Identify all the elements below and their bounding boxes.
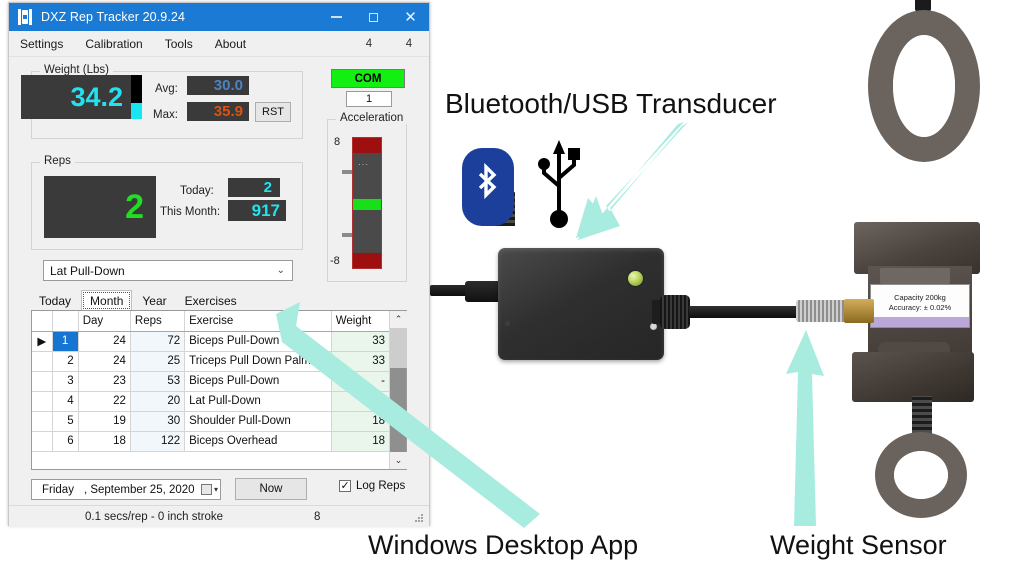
menu-item-settings[interactable]: Settings	[9, 37, 74, 51]
dropdown-arrow-icon: ▾	[213, 485, 218, 494]
arrow-to-transducer	[558, 122, 688, 262]
acceleration-max-tick: 8	[334, 136, 341, 148]
avg-value: 30.0	[187, 76, 249, 95]
col-index	[52, 311, 79, 332]
minimize-button[interactable]	[318, 3, 355, 31]
row-marker	[32, 431, 53, 452]
weight-display: 34.2	[21, 75, 131, 119]
accuracy-text: Accuracy: ± 0.02%	[888, 303, 952, 313]
acceleration-gauge: ···	[352, 137, 382, 269]
reset-button[interactable]: RST	[255, 102, 291, 122]
arrow-to-weight-sensor	[750, 330, 830, 530]
col-marker	[32, 311, 53, 332]
menu-item-calibration[interactable]: Calibration	[74, 37, 153, 51]
counter-right: 4	[405, 37, 413, 50]
com-button[interactable]: COM	[331, 69, 405, 88]
top-eye-bolt	[860, 0, 990, 210]
exercise-dropdown[interactable]: Lat Pull-Down ⌄	[43, 260, 293, 281]
row-index: 3	[52, 371, 79, 392]
cell-reps: 122	[130, 431, 186, 452]
bluetooth-icon	[462, 148, 514, 226]
counter-left: 4	[365, 37, 373, 50]
capacity-text: Capacity 200kg	[894, 293, 946, 302]
reps-display: 2	[44, 176, 156, 238]
today-label: Today:	[180, 185, 214, 197]
date-value: , September 25, 2020	[83, 483, 195, 496]
hardware-photo: Capacity 200kg Accuracy: ± 0.02% Bluetoo…	[276, 0, 1024, 567]
cable-gland	[660, 295, 690, 329]
this-month-value: 917	[228, 200, 286, 221]
reps-group-title: Reps	[40, 155, 75, 167]
window-title: DXZ Rep Tracker 20.9.24	[41, 10, 186, 24]
tab-exercises[interactable]: Exercises	[177, 291, 245, 311]
acceleration-dots: ···	[358, 160, 369, 169]
close-icon[interactable]: ✕	[392, 3, 429, 31]
today-value: 2	[228, 178, 280, 197]
col-day[interactable]: Day	[78, 311, 131, 332]
max-label: Max:	[153, 109, 178, 121]
row-marker	[32, 411, 53, 432]
acceleration-group-title: Acceleration	[336, 112, 408, 124]
com-port-field[interactable]: 1	[346, 91, 392, 107]
cell-reps: 30	[130, 411, 186, 432]
usb-cable	[430, 285, 470, 296]
cell-day: 24	[78, 331, 131, 352]
label-desktop-app: Windows Desktop App	[368, 530, 639, 560]
sensor-cable	[689, 306, 799, 318]
load-cell-label: Capacity 200kg Accuracy: ± 0.02%	[870, 284, 970, 328]
cell-reps: 20	[130, 391, 186, 412]
brass-fitting	[844, 299, 874, 323]
menu-item-tools[interactable]: Tools	[154, 37, 204, 51]
usb-connector	[465, 281, 501, 302]
row-index: 1	[52, 331, 79, 352]
label-transducer: Bluetooth/USB Transducer	[445, 88, 777, 119]
date-day-of-week: Friday	[42, 483, 74, 496]
arrow-to-desktop-app	[270, 300, 570, 530]
cell-reps: 53	[130, 371, 186, 392]
enclosure-screw	[650, 323, 657, 330]
cell-reps: 25	[130, 351, 186, 372]
chevron-down-icon: ⌄	[276, 265, 285, 276]
row-index: 2	[52, 351, 79, 372]
tab-year[interactable]: Year	[134, 291, 174, 311]
exercise-dropdown-value: Lat Pull-Down	[50, 263, 125, 278]
menu-bar: Settings Calibration Tools About 4 4	[9, 31, 429, 57]
date-picker[interactable]: Friday , September 25, 2020 ▾	[31, 479, 221, 500]
calendar-icon[interactable]: ▾	[200, 484, 218, 495]
tab-today[interactable]: Today	[31, 291, 79, 311]
menu-counters: 4 4	[349, 38, 429, 50]
row-marker	[32, 391, 53, 412]
cell-day: 22	[78, 391, 131, 412]
cable-ferrule	[796, 300, 848, 322]
row-index: 6	[52, 431, 79, 452]
row-index: 4	[52, 391, 79, 412]
row-marker: ▶	[32, 331, 53, 352]
reps-group: Reps 2 Today: 2 This Month: 917	[31, 155, 303, 250]
row-index: 5	[52, 411, 79, 432]
cell-day: 23	[78, 371, 131, 392]
tab-month[interactable]: Month	[81, 290, 133, 311]
cell-day: 24	[78, 351, 131, 372]
acceleration-min-tick: -8	[330, 255, 340, 267]
app-logo-icon	[16, 8, 34, 26]
status-left-text: 0.1 secs/rep - 0 inch stroke	[85, 510, 224, 523]
menu-item-about[interactable]: About	[204, 37, 257, 51]
title-bar: DXZ Rep Tracker 20.9.24 ✕	[9, 3, 429, 31]
status-led	[628, 271, 643, 286]
cell-day: 19	[78, 411, 131, 432]
cell-reps: 72	[130, 331, 186, 352]
acceleration-indicator	[353, 199, 381, 210]
row-marker	[32, 351, 53, 372]
maximize-button[interactable]	[355, 3, 392, 31]
avg-label: Avg:	[155, 83, 178, 95]
weight-bar-indicator	[131, 75, 142, 119]
max-value: 35.9	[187, 102, 249, 121]
cell-day: 18	[78, 431, 131, 452]
screenshot-root: DXZ Rep Tracker 20.9.24 ✕ Settings Calib…	[0, 0, 1024, 567]
this-month-label: This Month:	[160, 206, 221, 218]
label-weight-sensor: Weight Sensor	[770, 530, 947, 560]
window-buttons: ✕	[318, 3, 429, 31]
col-reps[interactable]: Reps	[130, 311, 186, 332]
row-marker	[32, 371, 53, 392]
